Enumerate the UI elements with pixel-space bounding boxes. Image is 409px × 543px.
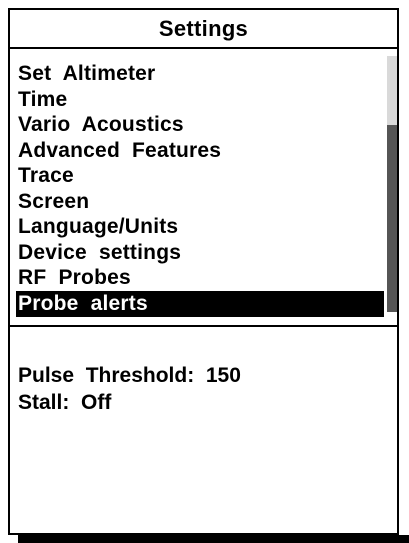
stall-value: Stall: Off [18,391,112,414]
menu-item-screen[interactable]: Screen [16,189,384,215]
pulse-threshold-value: Pulse Threshold: 150 [18,364,241,387]
title-divider [10,47,397,49]
menu-item-rf-probes[interactable]: RF Probes [16,265,384,291]
menu-item-set-altimeter[interactable]: Set Altimeter [16,61,384,87]
page-title: Settings [158,16,249,41]
probe-alert-details: Pulse Threshold: 150 Stall: Off [18,362,241,416]
footer-bar [18,535,409,543]
scrollbar-thumb[interactable] [387,125,397,312]
device-screen: Settings Set Altimeter Time Vario Acoust… [8,8,399,535]
menu-item-trace[interactable]: Trace [16,163,384,189]
settings-menu: Set Altimeter Time Vario Acoustics Advan… [16,61,384,317]
menu-item-vario-acoustics[interactable]: Vario Acoustics [16,112,384,138]
menu-item-language-units[interactable]: Language/Units [16,214,384,240]
menu-item-device-settings[interactable]: Device settings [16,240,384,266]
menu-item-probe-alerts[interactable]: Probe alerts [16,290,384,317]
menu-scrollbar[interactable] [387,56,397,312]
menu-item-time[interactable]: Time [16,87,384,113]
menu-item-advanced-features[interactable]: Advanced Features [16,138,384,164]
section-divider [10,325,397,327]
